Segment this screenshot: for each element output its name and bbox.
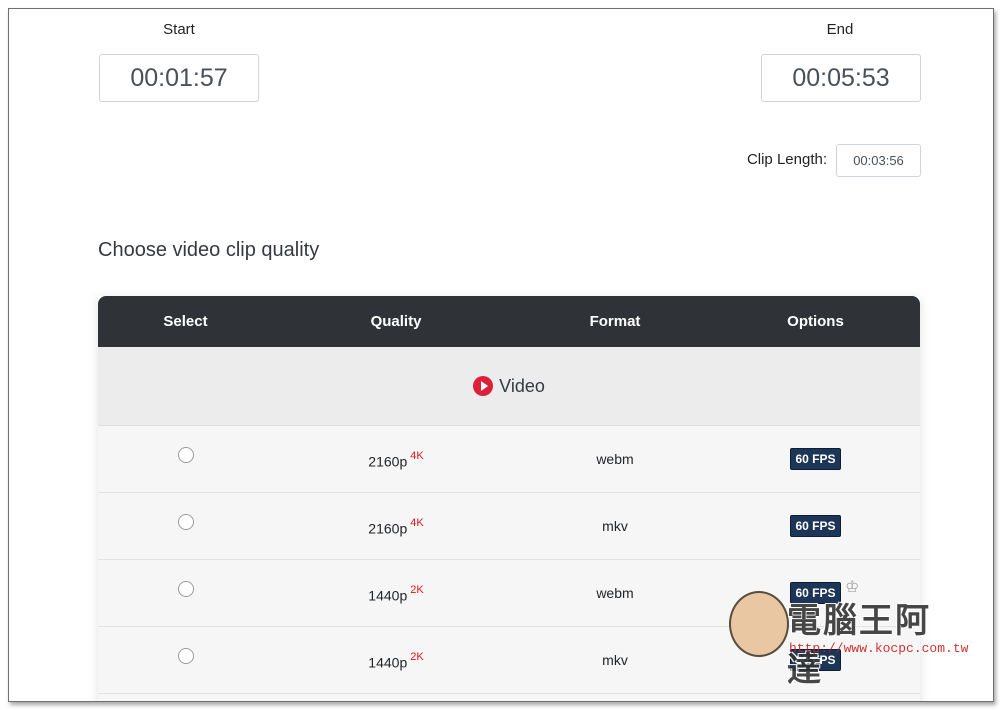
quality-tag: 4K	[410, 517, 424, 530]
header-options: Options	[787, 313, 844, 330]
watermark-url: http://www.kocpc.com.tw	[789, 641, 969, 656]
header-format: Format	[589, 313, 641, 330]
format-cell: mkv	[602, 518, 628, 534]
quality-tag: 2K	[410, 584, 424, 597]
clip-length-label: Clip Length:	[746, 151, 827, 168]
select-radio[interactable]	[177, 514, 194, 530]
quality-cell: 1440p 2K	[368, 651, 424, 671]
quality-tag: 2K	[410, 651, 424, 664]
format-cell: mkv	[602, 652, 628, 668]
fps-badge: 60 FPS	[790, 448, 841, 470]
table-row[interactable]: 2160p 4K webm 60 FPS	[98, 426, 920, 493]
end-time-input[interactable]: 00:05:53	[761, 54, 921, 102]
fps-badge: 60 FPS	[790, 515, 841, 537]
format-cell: webm	[596, 451, 634, 467]
clip-length-field: 00:03:56	[836, 144, 921, 177]
table-row[interactable]: 2160p 4K mkv 60 FPS	[98, 493, 920, 560]
start-label: Start	[163, 21, 195, 38]
select-radio[interactable]	[177, 648, 194, 664]
format-cell: webm	[596, 585, 634, 601]
start-time-input[interactable]: 00:01:57	[99, 54, 259, 102]
watermark: ♔ 電腦王阿達 http://www.kocpc.com.tw	[725, 579, 969, 689]
quality-cell: 2160p 4K	[368, 450, 424, 470]
select-radio[interactable]	[177, 581, 194, 597]
section-title: Choose video clip quality	[98, 239, 320, 261]
video-group-header: Video	[98, 347, 920, 426]
mascot-face-icon	[729, 591, 789, 657]
table-header: Select Quality Format Options	[98, 296, 920, 347]
page-frame: Start 00:01:57 End 00:05:53 Clip Length:…	[8, 8, 994, 702]
table-row-partial	[98, 694, 920, 701]
quality-tag: 4K	[410, 450, 424, 463]
select-radio[interactable]	[177, 447, 194, 463]
quality-cell: 1440p 2K	[368, 584, 424, 604]
group-label: Video	[499, 375, 545, 396]
header-quality: Quality	[370, 313, 422, 330]
end-label: End	[826, 21, 854, 38]
play-icon	[473, 376, 494, 396]
quality-cell: 2160p 4K	[368, 517, 424, 537]
header-select: Select	[163, 313, 208, 330]
